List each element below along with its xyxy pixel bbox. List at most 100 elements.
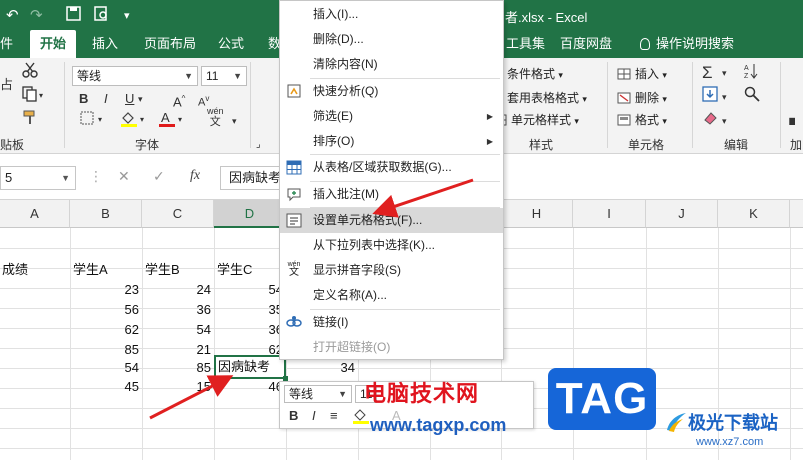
table-cell[interactable]: 85 — [142, 358, 214, 378]
cell-c-header[interactable]: 学生B — [143, 260, 214, 280]
watermark-url: www.tagxp.com — [370, 415, 507, 435]
customize-qa-icon[interactable]: ▾ — [124, 9, 130, 22]
conditional-format-button[interactable]: 条件格式 ▾ — [507, 64, 563, 84]
clear-options-icon[interactable]: ▾ — [722, 110, 727, 132]
table-cell[interactable]: 23 — [70, 280, 142, 300]
column-header-i[interactable]: I — [573, 200, 646, 228]
tab-baidu-netdisk[interactable]: 百度网盘 — [560, 30, 612, 58]
name-box[interactable]: 5 ▼ — [0, 166, 76, 190]
insert-function-icon[interactable]: fx — [190, 168, 200, 184]
fill-color-icon[interactable]: ▾ — [120, 110, 148, 132]
table-cell[interactable]: 54 — [214, 280, 286, 300]
font-size-select[interactable]: 11 ▼ — [201, 66, 247, 86]
menu-item-show-phonetic[interactable]: wén 文 显示拼音字段(S) — [280, 258, 503, 283]
tab-file[interactable]: 件 — [0, 30, 13, 58]
cell-a-header[interactable]: 成绩 — [0, 260, 70, 280]
table-cell[interactable]: 36 — [142, 300, 214, 320]
fill-icon[interactable] — [702, 86, 718, 108]
autosum-options-icon[interactable]: ▾ — [722, 62, 727, 84]
tab-tell-me[interactable]: 操作说明搜索 — [640, 30, 734, 58]
column-header-l[interactable] — [790, 200, 803, 228]
font-color-icon[interactable]: A ▾ — [158, 110, 186, 132]
preview-icon[interactable] — [94, 6, 109, 25]
tab-page-layout[interactable]: 页面布局 — [144, 30, 196, 58]
table-cell[interactable]: 46 — [214, 377, 286, 397]
mini-fill-color-icon[interactable] — [352, 408, 372, 427]
table-cell[interactable]: 24 — [142, 280, 214, 300]
column-header-j[interactable]: J — [646, 200, 718, 228]
format-as-table-button[interactable]: 套用表格格式 ▾ — [507, 88, 587, 108]
table-cell[interactable]: 36 — [214, 320, 286, 340]
italic-button[interactable]: I — [104, 88, 108, 110]
table-cell[interactable]: 34 — [286, 358, 358, 378]
svg-text:Z: Z — [744, 73, 749, 80]
menu-item-filter[interactable]: 筛选(E) ▶ — [280, 104, 503, 129]
mini-align-icon[interactable]: ≡ — [330, 408, 338, 423]
menu-item-get-data-from-table[interactable]: 从表格/区域获取数据(G)... — [280, 155, 503, 180]
tab-tools[interactable]: 工具集 — [506, 30, 545, 58]
table-cell[interactable]: 85 — [70, 340, 142, 360]
mini-bold-button[interactable]: B — [289, 408, 298, 423]
column-header-b[interactable]: B — [70, 200, 142, 228]
menu-item-quick-analysis[interactable]: 快速分析(Q) — [280, 79, 503, 104]
cell-d-header[interactable]: 学生C — [215, 260, 286, 280]
column-header-h[interactable]: H — [501, 200, 573, 228]
table-cell[interactable]: 35 — [214, 300, 286, 320]
menu-item-link[interactable]: 链接(I) — [280, 310, 503, 335]
menu-item-delete[interactable]: 删除(D)... — [280, 27, 503, 52]
save-icon[interactable] — [66, 6, 81, 25]
menu-item-define-name[interactable]: 定义名称(A)... — [280, 283, 503, 308]
menu-item-insert-comment[interactable]: 插入批注(M) — [280, 182, 503, 207]
table-cell[interactable]: 21 — [142, 340, 214, 360]
cell-b-header[interactable]: 学生A — [71, 260, 142, 280]
copy-icon[interactable]: ▾ — [22, 86, 46, 108]
tab-home[interactable]: 开始 — [30, 30, 77, 58]
grow-font-button[interactable]: A^ — [173, 88, 185, 110]
font-dialog-launcher-icon[interactable]: ⌟ — [256, 134, 261, 156]
underline-button[interactable]: U — [125, 88, 134, 110]
cell-styles-button[interactable]: 单元格样式 ▾ — [493, 110, 579, 130]
table-cell[interactable]: 62 — [70, 320, 142, 340]
table-cell[interactable]: 15 — [142, 377, 214, 397]
undo-icon[interactable]: ↶ — [6, 6, 19, 24]
sort-filter-icon[interactable]: AZ — [744, 62, 766, 84]
column-header-k[interactable]: K — [718, 200, 790, 228]
format-cells-button[interactable]: 格式 ▾ — [617, 110, 667, 130]
paste-button[interactable]: 占 — [0, 74, 13, 96]
phonetic-guide-button[interactable]: wén 文 — [207, 106, 224, 128]
insert-cells-button[interactable]: 插入 ▾ — [617, 64, 667, 84]
addins-icon[interactable]: ∎ — [788, 110, 796, 132]
tab-formulas[interactable]: 公式 — [218, 30, 244, 58]
column-header-c[interactable]: C — [142, 200, 214, 228]
cancel-entry-icon[interactable]: ✕ — [118, 168, 130, 185]
menu-item-clear-contents[interactable]: 清除内容(N) — [280, 52, 503, 77]
menu-item-format-cells[interactable]: 设置单元格格式(F)... — [280, 208, 503, 233]
find-select-icon[interactable] — [744, 86, 760, 108]
borders-icon[interactable]: ▾ — [80, 110, 108, 132]
bold-button[interactable]: B — [79, 88, 88, 110]
tab-insert[interactable]: 插入 — [92, 30, 118, 58]
menu-item-insert[interactable]: 插入(I)... — [280, 2, 503, 27]
phonetic-options-icon[interactable]: ▾ — [232, 110, 237, 132]
clear-icon[interactable] — [702, 110, 718, 132]
fill-options-icon[interactable]: ▾ — [722, 86, 727, 108]
column-header-a[interactable]: A — [0, 200, 70, 228]
table-cell[interactable]: 54 — [70, 358, 142, 378]
redo-icon[interactable]: ↷ — [30, 6, 43, 24]
menu-item-sort[interactable]: 排序(O) ▶ — [280, 129, 503, 154]
mini-font-name-select[interactable]: 等线 ▼ — [284, 385, 352, 403]
column-header-d[interactable]: D — [214, 200, 286, 228]
table-cell[interactable]: 45 — [70, 377, 142, 397]
format-painter-icon[interactable] — [22, 110, 38, 132]
active-cell[interactable]: 因病缺考 — [214, 355, 286, 379]
cut-icon[interactable] — [22, 62, 38, 84]
table-cell[interactable]: 54 — [142, 320, 214, 340]
table-cell[interactable]: 56 — [70, 300, 142, 320]
confirm-entry-icon[interactable]: ✓ — [153, 168, 165, 185]
underline-options-icon[interactable]: ▾ — [138, 88, 143, 110]
delete-cells-button[interactable]: 删除 ▾ — [617, 88, 667, 108]
menu-item-pick-from-list[interactable]: 从下拉列表中选择(K)... — [280, 233, 503, 258]
font-name-select[interactable]: 等线 ▼ — [72, 66, 198, 86]
autosum-icon[interactable]: Σ — [702, 62, 713, 84]
mini-italic-button[interactable]: I — [312, 408, 316, 423]
